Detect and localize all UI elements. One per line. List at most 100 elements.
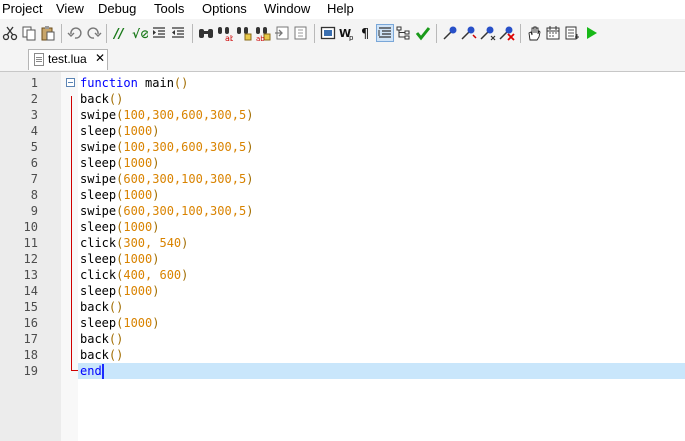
file-icon	[34, 53, 44, 66]
line-number: 10	[23, 220, 38, 234]
code-line[interactable]: click(300, 540)	[80, 235, 188, 251]
menu-debug[interactable]: Debug	[98, 1, 136, 17]
calendar-icon[interactable]	[544, 24, 562, 42]
code-editor[interactable]: 1 function main() 2 back() 3 swipe(100,300,60…	[0, 72, 685, 441]
line-number: 3	[30, 108, 38, 122]
line-number: 18	[23, 348, 38, 362]
svg-text:ab: ab	[256, 35, 265, 41]
code-token-nums: 1000	[123, 124, 153, 138]
breakpoint-icon[interactable]	[441, 24, 459, 42]
code-line[interactable]: sleep(1000)	[80, 283, 160, 299]
code-line[interactable]: sleep(1000)	[80, 187, 160, 203]
fold-toggle-icon[interactable]	[66, 78, 75, 87]
run-icon[interactable]	[582, 24, 600, 42]
code-token-fn: back	[80, 92, 109, 106]
hand-icon[interactable]	[525, 24, 543, 42]
code-line[interactable]: swipe(600,300,100,300,5)	[80, 203, 253, 219]
code-line[interactable]: back()	[80, 299, 123, 315]
code-token-args: ()	[108, 348, 124, 362]
undo-icon[interactable]	[66, 24, 84, 42]
code-line[interactable]: sleep(1000)	[80, 315, 160, 331]
code-line[interactable]: sleep(1000)	[80, 219, 160, 235]
code-token-close: )	[152, 156, 160, 170]
find-in-files-icon[interactable]	[235, 24, 253, 42]
tree-icon[interactable]	[395, 24, 413, 42]
text-caret	[102, 364, 104, 379]
code-line[interactable]: click(400, 600)	[80, 267, 188, 283]
code-token-args: ()	[108, 92, 124, 106]
code-line[interactable]: swipe(600,300,100,300,5)	[80, 171, 253, 187]
code-line[interactable]: sleep(1000)	[80, 155, 160, 171]
line-number: 9	[30, 204, 38, 218]
menu-view[interactable]: View	[56, 1, 84, 17]
note-icon[interactable]	[563, 24, 581, 42]
comment-icon[interactable]: //	[112, 24, 130, 42]
fold-range-line	[71, 96, 72, 371]
menu-project[interactable]: Project	[2, 1, 42, 17]
code-token-fn: swipe	[80, 140, 117, 154]
code-token-nums: 600,300,100,300,5	[123, 172, 247, 186]
indent-guides-icon[interactable]	[376, 24, 394, 42]
goto-icon[interactable]	[273, 24, 291, 42]
code-token-close: )	[152, 124, 160, 138]
line-number: 13	[23, 268, 38, 282]
close-icon[interactable]: ✕	[95, 51, 105, 65]
line-number: 14	[23, 284, 38, 298]
indent-icon[interactable]	[150, 24, 168, 42]
code-line[interactable]: swipe(100,300,600,300,5)	[80, 107, 253, 123]
paste-icon[interactable]	[39, 24, 57, 42]
svg-text:p: p	[349, 34, 354, 41]
clear-breakpoints-icon[interactable]	[498, 24, 516, 42]
line-number: 17	[23, 332, 38, 346]
menu-window[interactable]: Window	[264, 1, 310, 17]
code-line[interactable]: sleep(1000)	[80, 251, 160, 267]
fullscreen-icon[interactable]	[319, 24, 337, 42]
code-token-fn: sleep	[80, 252, 117, 266]
code-token-kw: end	[80, 364, 102, 378]
code-line[interactable]: back()	[80, 91, 123, 107]
menu-tools[interactable]: Tools	[154, 1, 184, 17]
line-number: 8	[30, 188, 38, 202]
code-line[interactable]: sleep(1000)	[80, 123, 160, 139]
code-token-nums: 300, 540	[123, 236, 182, 250]
code-token-fn: click	[80, 268, 117, 282]
code-token-close: )	[152, 188, 160, 202]
redo-icon[interactable]	[85, 24, 103, 42]
find-icon[interactable]	[197, 24, 215, 42]
check-icon[interactable]	[414, 24, 432, 42]
code-token-nums: 600,300,100,300,5	[123, 204, 247, 218]
tab-label: test.lua	[48, 52, 87, 66]
line-number: 7	[30, 172, 38, 186]
cut-icon[interactable]	[1, 24, 19, 42]
code-line[interactable]: back()	[80, 347, 123, 363]
word-wrap-icon[interactable]: Wp	[338, 24, 356, 42]
uncomment-icon[interactable]: √⊘	[131, 24, 149, 42]
code-line[interactable]: back()	[80, 331, 123, 347]
code-token-fn: sleep	[80, 284, 117, 298]
code-token-nums: 1000	[123, 252, 153, 266]
svg-text:¶: ¶	[361, 27, 369, 41]
code-token-close: )	[246, 204, 254, 218]
code-line[interactable]: end	[80, 363, 102, 379]
fold-margin	[61, 72, 78, 441]
code-line[interactable]: function main()	[80, 75, 188, 91]
outdent-icon[interactable]	[169, 24, 187, 42]
replace-in-files-icon[interactable]: ab	[254, 24, 272, 42]
replace-icon[interactable]: ab	[216, 24, 234, 42]
code-token-close: )	[152, 316, 160, 330]
code-line[interactable]: swipe(100,300,600,300,5)	[80, 139, 253, 155]
show-whitespace-icon[interactable]: ¶	[357, 24, 375, 42]
tab-test-lua[interactable]: test.lua ✕	[28, 49, 108, 70]
code-token-args: ()	[108, 332, 124, 346]
step-into-icon[interactable]	[460, 24, 478, 42]
menu-help[interactable]: Help	[327, 1, 354, 17]
step-over-icon[interactable]	[479, 24, 497, 42]
code-token-close: )	[246, 140, 254, 154]
tab-bar: test.lua ✕	[0, 48, 685, 72]
copy-icon[interactable]	[20, 24, 38, 42]
menu-options[interactable]: Options	[202, 1, 247, 17]
bookmark-icon[interactable]	[292, 24, 310, 42]
toolbar: // √⊘ ab ab Wp ¶	[0, 19, 685, 49]
code-token-close: )	[181, 268, 189, 282]
fold-range-end	[71, 370, 78, 371]
